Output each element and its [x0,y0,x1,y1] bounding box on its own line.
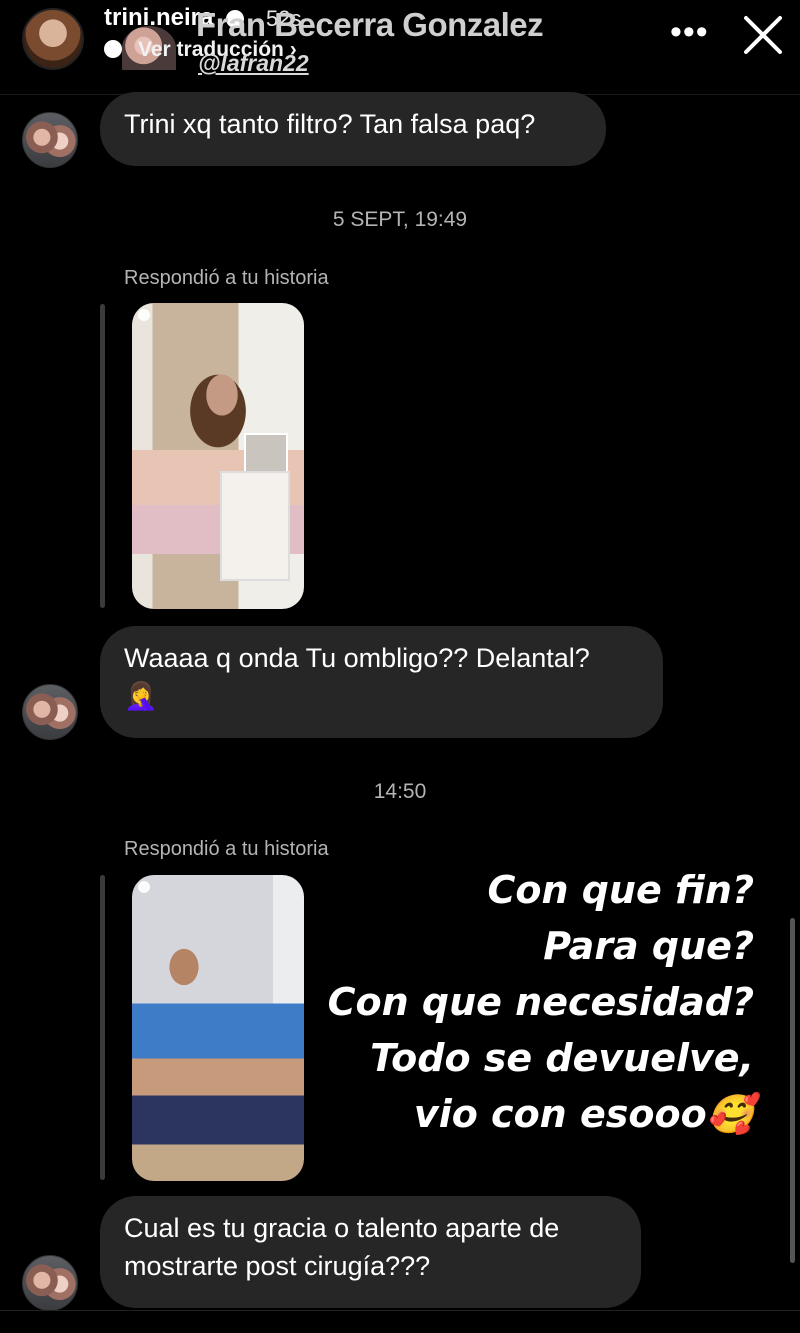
overlay-line: Con que necesidad? [327,980,754,1024]
message-text: Waaaa q onda Tu ombligo?? Delantal? [124,643,590,673]
overlay-line: Todo se devuelve, [370,1036,754,1080]
story-reply-label: Respondió a tu historia [124,267,329,289]
message-text: Trini xq tanto filtro? Tan falsa paq? [124,109,536,139]
story-glyph-icon [138,309,150,321]
message-bubble[interactable]: Trini xq tanto filtro? Tan falsa paq? [100,92,606,166]
overlay-line: Con que fin? [487,868,754,912]
overlay-line: Para que? [543,924,754,968]
story-author-avatar[interactable] [22,8,84,70]
overlay-line: vio con esooo🥰 [413,1092,754,1136]
scrollbar[interactable] [790,918,795,1263]
more-horizontal-icon[interactable]: ••• [670,15,710,52]
message-text-line: mostrarte post cirugía??? [124,1251,431,1281]
reply-indicator-bar [100,875,105,1180]
story-overlay-text: Con que fin? Para que? Con que necesidad… [234,862,754,1142]
story-glyph-icon [138,881,150,893]
translate-icon [104,40,122,58]
message-timestamp: 5 SEPT, 19:49 [332,208,468,231]
message-timestamp: 14:50 [373,780,427,803]
close-icon[interactable] [740,12,786,58]
thumbnail-shelf [220,471,290,581]
sender-avatar[interactable] [22,684,78,740]
message-text-line: Cual es tu gracia o talento aparte de [124,1213,560,1243]
facepalm-emoji-icon: 🤦‍♀️ [124,681,158,711]
reply-indicator-bar [100,304,105,608]
sender-avatar[interactable] [22,112,78,168]
story-thumbnail[interactable] [132,303,304,609]
story-reply-label: Respondió a tu historia [124,838,329,860]
message-bubble[interactable]: Cual es tu gracia o talento aparte de mo… [100,1196,641,1308]
contact-handle: @lafran22 [198,50,309,76]
message-bubble[interactable]: Waaaa q onda Tu ombligo?? Delantal? 🤦‍♀️ [100,626,663,738]
divider [0,1310,800,1311]
sender-avatar[interactable] [22,1255,78,1311]
